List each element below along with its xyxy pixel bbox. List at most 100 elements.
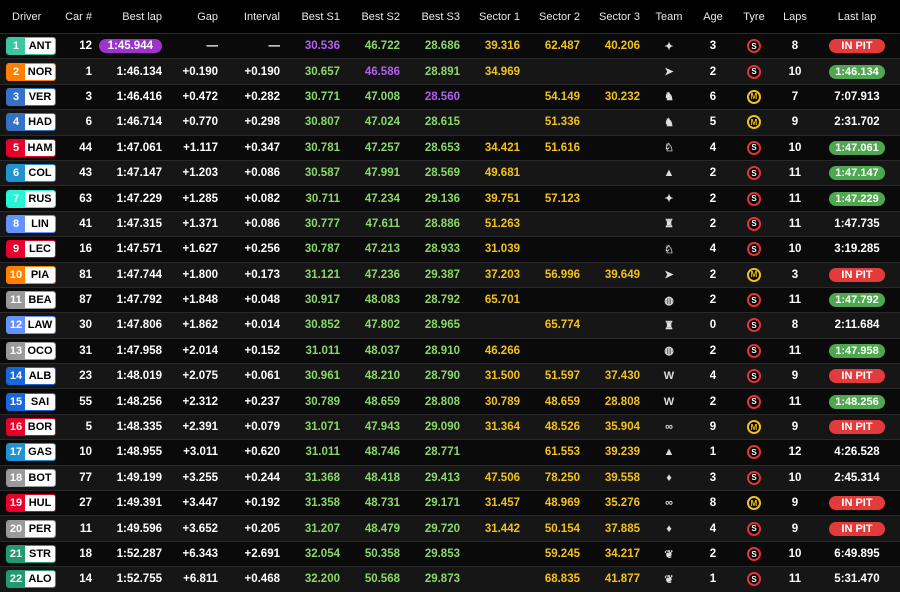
sector-1: 31.039: [484, 243, 520, 256]
red-bull-icon: ♞: [664, 116, 674, 129]
driver-badge[interactable]: 14 ALB: [6, 367, 56, 386]
tyre-age: 0: [709, 319, 717, 332]
aston-martin-icon: ❦: [664, 573, 674, 586]
table-row[interactable]: 13 OCO 31 1:47.958 +2.014 +0.152 31.011 48.037 2…: [0, 338, 900, 364]
driver-badge[interactable]: 21 STR: [6, 545, 56, 563]
table-row[interactable]: 17 GAS 10 1:48.955 +3.011 +0.620 31.011 48.746 2…: [0, 439, 900, 466]
gap-value: +6.811: [183, 573, 218, 586]
sector-2: 78.250: [544, 471, 580, 484]
gap-value: +3.011: [183, 446, 218, 459]
car-number: 14: [79, 573, 92, 586]
column-header[interactable]: Best S2: [344, 0, 404, 34]
table-row[interactable]: 19 HUL 27 1:49.391 +3.447 +0.192 31.358 48.731 2…: [0, 490, 900, 516]
car-number: 31: [79, 344, 92, 357]
table-row[interactable]: 18 BOT 77 1:49.199 +3.255 +0.244 31.368 48.418 2…: [0, 465, 900, 491]
table-row[interactable]: 6 COL 43 1:47.147 +1.203 +0.086 30.587 47.991 28…: [0, 160, 900, 186]
driver-badge[interactable]: 22 ALO: [6, 570, 56, 589]
last-lap: 3:19.285: [834, 243, 880, 256]
position-number: 8: [7, 215, 25, 232]
table-row[interactable]: 3 VER 3 1:46.416 +0.472 +0.282 30.771 47.008 28.…: [0, 84, 900, 110]
driver-badge[interactable]: 5 HAM: [6, 138, 56, 157]
driver-badge[interactable]: 17 GAS: [6, 443, 56, 462]
driver-badge[interactable]: 13 OCO: [6, 341, 56, 360]
column-header[interactable]: Sector 2: [524, 0, 584, 34]
driver-badge[interactable]: 16 BOR: [6, 418, 56, 437]
best-s1: 30.587: [304, 167, 340, 180]
table-row[interactable]: 15 SAI 55 1:48.256 +2.312 +0.237 30.789 48.659 2…: [0, 388, 900, 415]
column-header[interactable]: Age: [694, 0, 732, 34]
gap-value: +0.472: [182, 90, 219, 103]
tyre-age: 6: [709, 90, 717, 103]
column-header[interactable]: Driver: [0, 0, 62, 34]
best-s1: 30.787: [304, 243, 340, 256]
column-header[interactable]: Sector 1: [464, 0, 524, 34]
column-header[interactable]: Last lap: [814, 0, 900, 34]
driver-badge[interactable]: 1 ANT: [6, 37, 56, 56]
last-lap-badge: 1:47.229: [829, 191, 885, 206]
tyre-age: 2: [709, 344, 717, 357]
driver-badge[interactable]: 8 LIN: [6, 214, 56, 233]
best-s3: 29.136: [424, 192, 460, 205]
column-header[interactable]: Laps: [776, 0, 814, 34]
interval-value: +0.237: [244, 395, 281, 408]
best-s3: 29.853: [424, 548, 460, 560]
table-row[interactable]: 16 BOR 5 1:48.335 +2.391 +0.079 31.071 47.943 29…: [0, 414, 900, 440]
driver-badge[interactable]: 3 VER: [6, 87, 56, 106]
driver-badge[interactable]: 6 COL: [6, 164, 56, 183]
table-row[interactable]: 8 LIN 41 1:47.315 +1.371 +0.086 30.777 47.611 28…: [0, 211, 900, 237]
table-row[interactable]: 2 NOR 1 1:46.134 +0.190 +0.190 30.657 46.586 28.…: [0, 58, 900, 85]
best-s1: 31.368: [304, 471, 340, 484]
laps-count: 3: [791, 268, 799, 281]
table-row[interactable]: 21 STR 18 1:52.287 +6.343 +2.691 32.054 50.358 2…: [0, 541, 900, 567]
column-header[interactable]: Best S3: [404, 0, 464, 34]
best-lap-time: 1:46.416: [116, 90, 162, 103]
driver-badge[interactable]: 4 HAD: [6, 113, 56, 132]
driver-badge[interactable]: 2 NOR: [6, 62, 56, 81]
sector-3: 37.885: [604, 522, 640, 535]
driver-badge[interactable]: 10 PIA: [6, 265, 56, 284]
column-header[interactable]: Car #: [62, 0, 96, 34]
laps-count: 10: [788, 548, 802, 560]
driver-badge[interactable]: 9 LEC: [6, 240, 56, 259]
gap-value: +1.627: [182, 243, 219, 256]
laps-count: 11: [788, 573, 802, 586]
table-row[interactable]: 1 ANT 12 1:45.944 — — 30.536 46.722 28.686 39.316…: [0, 33, 900, 59]
best-lap-time: 1:47.958: [116, 344, 162, 357]
table-row[interactable]: 14 ALB 23 1:48.019 +2.075 +0.061 30.961 48.210 2…: [0, 363, 900, 389]
sector-2: 51.616: [544, 141, 580, 154]
driver-badge[interactable]: 20 PER: [6, 519, 56, 538]
table-row[interactable]: 9 LEC 16 1:47.571 +1.627 +0.256 30.787 47.213 28…: [0, 236, 900, 263]
best-s3: 28.686: [424, 40, 460, 53]
best-lap-time: 1:47.147: [116, 167, 162, 180]
best-s2: 48.210: [364, 370, 400, 383]
table-row[interactable]: 12 LAW 30 1:47.806 +1.862 +0.014 30.852 47.802 2…: [0, 312, 900, 339]
gap-value: +1.203: [182, 167, 219, 180]
column-header[interactable]: Gap: [166, 0, 222, 34]
table-row[interactable]: 4 HAD 6 1:46.714 +0.770 +0.298 30.807 47.024 28.…: [0, 109, 900, 136]
column-header[interactable]: Team: [644, 0, 694, 34]
column-header[interactable]: Interval: [222, 0, 284, 34]
driver-badge[interactable]: 12 LAW: [6, 316, 56, 335]
sector-1: 65.701: [484, 294, 520, 307]
driver-badge[interactable]: 11 BEA: [6, 291, 56, 310]
table-row[interactable]: 11 BEA 87 1:47.792 +1.848 +0.048 30.917 48.083 2…: [0, 287, 900, 313]
table-row[interactable]: 5 HAM 44 1:47.061 +1.117 +0.347 30.781 47.257 28…: [0, 135, 900, 161]
column-header[interactable]: Tyre: [732, 0, 776, 34]
driver-badge[interactable]: 19 HUL: [6, 494, 56, 513]
driver-badge[interactable]: 7 RUS: [6, 189, 56, 208]
driver-code: SAI: [25, 393, 55, 410]
table-row[interactable]: 20 PER 11 1:49.596 +3.652 +0.205 31.207 48.479 2…: [0, 515, 900, 542]
interval-value: +0.014: [244, 319, 281, 332]
column-header[interactable]: Best S1: [284, 0, 344, 34]
table-row[interactable]: 22 ALO 14 1:52.755 +6.811 +0.468 32.200 50.568 2…: [0, 566, 900, 592]
driver-badge[interactable]: 18 BOT: [6, 468, 56, 487]
table-row[interactable]: 10 PIA 81 1:47.744 +1.800 +0.173 31.121 47.236 2…: [0, 262, 900, 288]
gap-value: +1.371: [182, 217, 219, 230]
driver-badge[interactable]: 15 SAI: [6, 392, 56, 411]
tyre-compound-icon: S: [747, 343, 761, 358]
best-lap-time: 1:49.596: [116, 522, 162, 535]
table-row[interactable]: 7 RUS 63 1:47.229 +1.285 +0.082 30.711 47.234 29…: [0, 185, 900, 212]
driver-code: LIN: [25, 215, 55, 232]
column-header[interactable]: Sector 3: [584, 0, 644, 34]
column-header[interactable]: Best lap: [96, 0, 166, 34]
